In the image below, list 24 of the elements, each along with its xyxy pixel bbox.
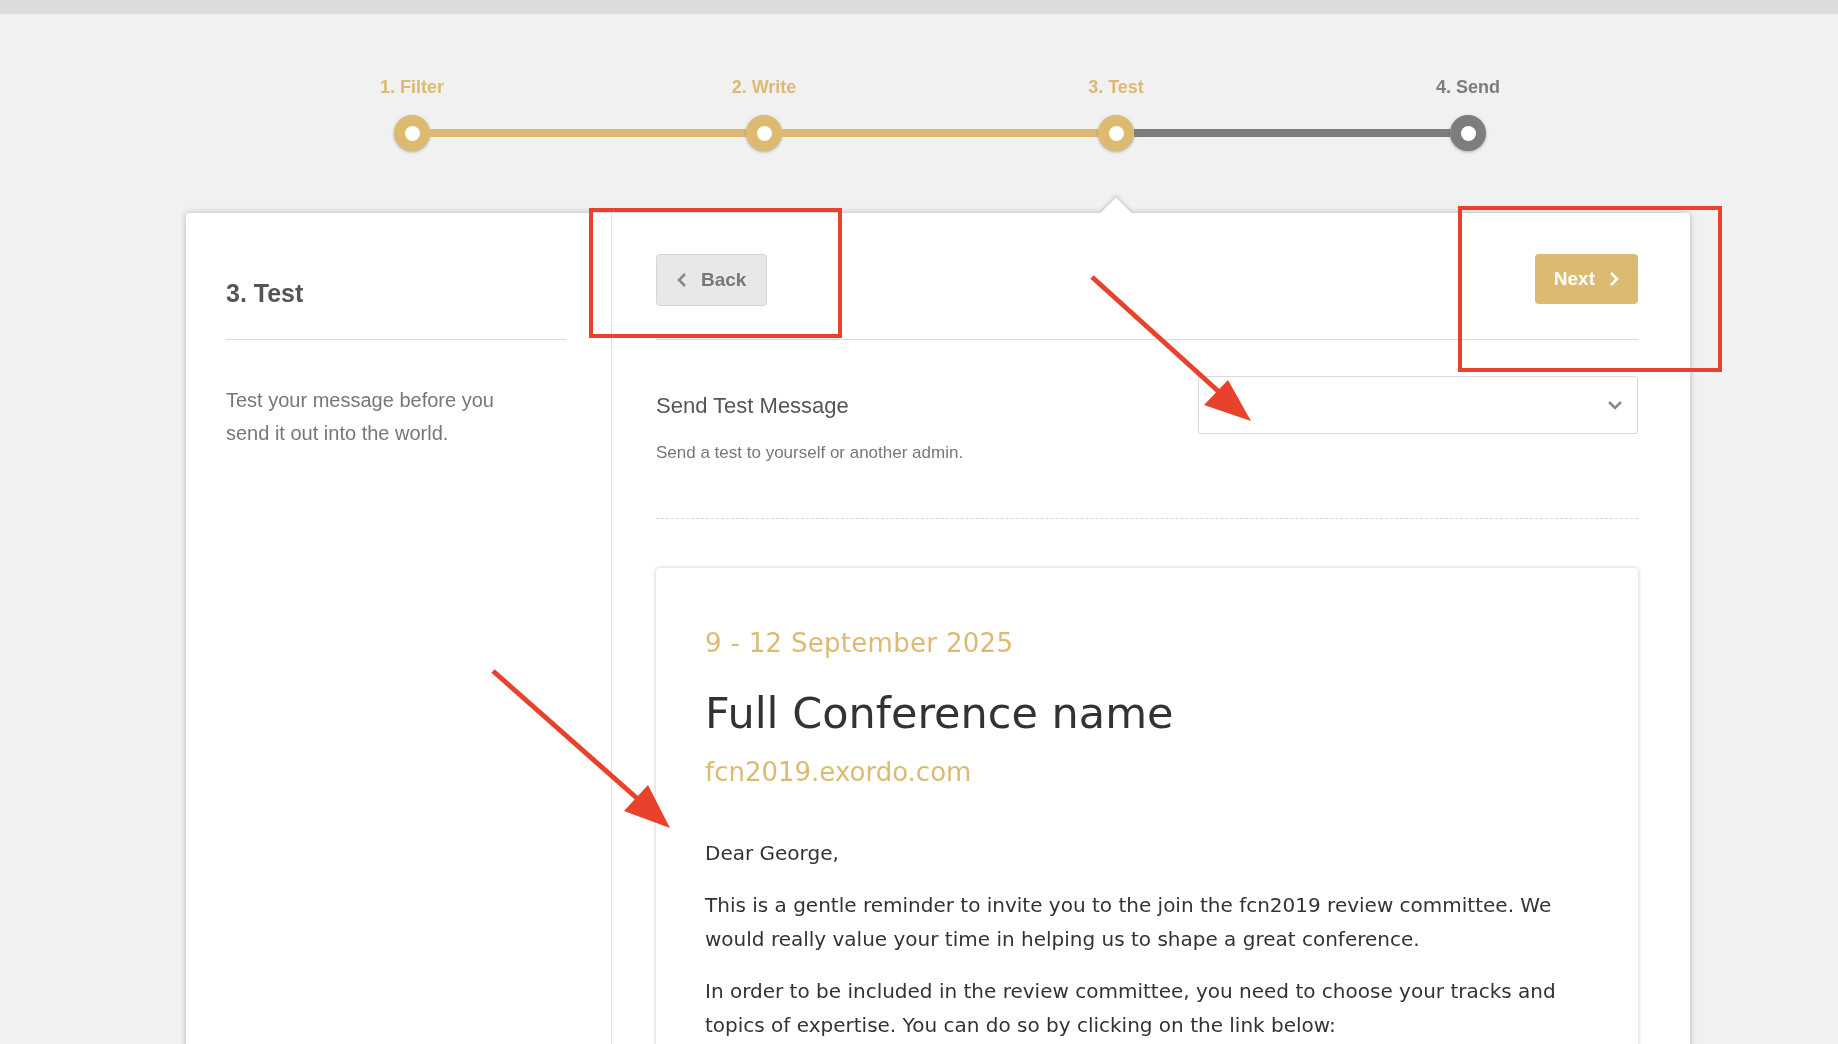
chevron-left-icon (677, 273, 687, 287)
conference-title: Full Conference name (705, 686, 1175, 740)
chevron-right-icon (1609, 272, 1619, 286)
step-label[interactable]: 1. Filter (380, 74, 444, 101)
step-marker[interactable] (1450, 115, 1486, 151)
step-label[interactable]: 4. Send (1436, 74, 1500, 101)
step-label[interactable]: 3. Test (1088, 74, 1144, 101)
email-paragraph: This is a gentle reminder to invite you to the join the fcn2019 review committee. We would really value your time in helping us to shape a great conference. (705, 892, 1553, 953)
email-paragraph: In order to be included in the review committee, you need to choose your tracks and topics of expertise. You can do so by clicking on the link below: (705, 978, 1557, 1039)
event-date: 9 - 12 September 2025 (705, 626, 1015, 660)
chevron-down-icon (1607, 400, 1623, 410)
recipient-select[interactable] (1198, 376, 1638, 434)
email-paragraph: Dear George, (705, 840, 840, 867)
test-message-title: Send Test Message (656, 392, 850, 420)
conference-link[interactable]: fcn2019.exordo.com (705, 753, 1578, 792)
test-message-description: Send a test to yourself or another admin. (656, 442, 964, 464)
section-title: 3. Test (226, 278, 305, 309)
step-marker[interactable] (1098, 115, 1134, 151)
back-button[interactable]: Back (656, 254, 768, 306)
next-button[interactable]: Next (1534, 254, 1638, 304)
step-marker[interactable] (746, 115, 782, 151)
step-marker[interactable] (394, 115, 430, 151)
step-label[interactable]: 2. Write (731, 74, 797, 101)
section-description: Test your message before you send it out into the world. (226, 387, 495, 446)
